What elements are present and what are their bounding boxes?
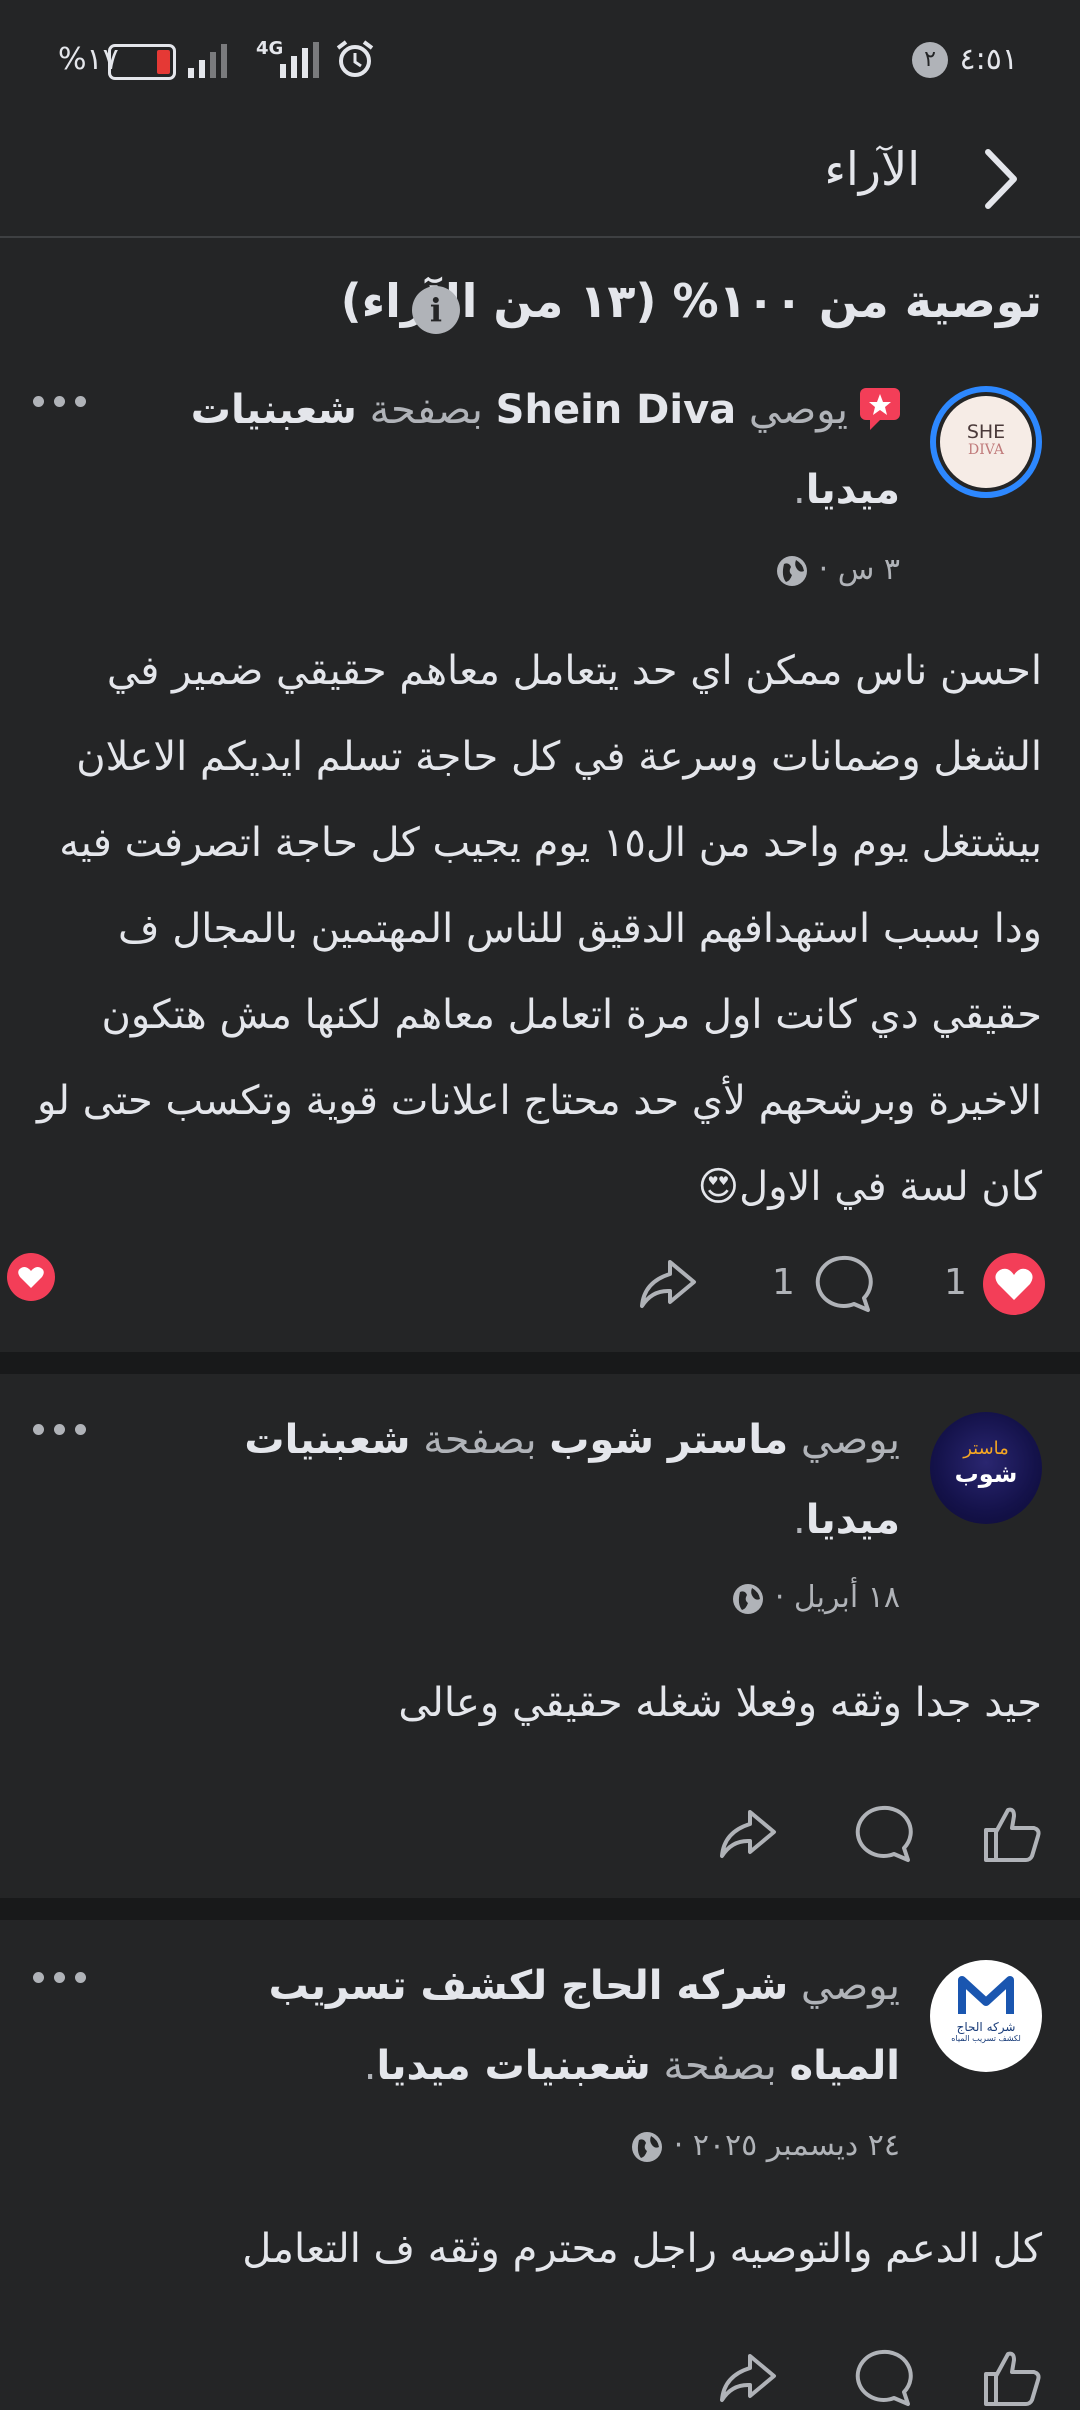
avatar[interactable]: شركه الحاج لكشف تسريب المياه [930,1960,1042,2072]
love-reaction-icon [7,1253,55,1301]
comment-icon[interactable] [850,1802,914,1866]
avatar-subtext: DIVA [967,442,1005,458]
page-title: الآراء [824,142,920,196]
avatar-text: ماستر [963,1438,1009,1459]
comment-icon[interactable] [850,2346,914,2410]
post-meta: ٢٤ ديسمبر ٢٠٢٥ · [630,2128,900,2164]
post-divider [0,1352,1080,1374]
alarm-icon [336,40,374,77]
notification-badge: ٢ [912,42,948,78]
globe-icon [777,555,808,586]
avatar[interactable]: SHE DIVA [930,386,1042,498]
post-headline: يوصي شركه الحاج لكشف تسريب المياه بصفحة … [268,1963,900,2089]
like-thumb-icon[interactable] [980,1802,1044,1866]
author-name[interactable]: ماستر شوب [549,1417,788,1463]
post-divider [0,1898,1080,1920]
avatar-text: SHE [966,421,1006,443]
heart-icon[interactable] [982,1252,1046,1316]
signal-4g-icon [280,42,319,78]
post-time: ١٨ أبريل · [774,1580,900,1615]
post-headline: يوصي Shein Diva بصفحة شعبنيات ميديا. [190,387,900,513]
back-arrow-icon[interactable] [970,144,1030,214]
post-time: ٣ س · [818,552,900,587]
like-count: 1 [944,1262,967,1303]
app-header: الآراء [0,120,1080,238]
status-bar: ٤:٥١ ٢ %١٧ 4G [0,0,1080,120]
avatar-subtext: شوب [954,1460,1018,1488]
signal-icon [188,44,227,78]
share-icon[interactable] [716,1802,780,1866]
post-text: كل الدعم والتوصيه راجل محترم وثقه ف التع… [242,2226,1042,2272]
post-text: جيد جدا وثقه وفعلا شغله حقيقي وعالى [398,1680,1042,1726]
globe-icon [733,1583,764,1614]
info-icon[interactable]: i [412,286,460,334]
post-meta: ١٨ أبريل · [731,1580,900,1616]
globe-icon [632,2131,663,2162]
avatar-text: شركه الحاج [956,2020,1016,2034]
battery-icon [108,44,176,80]
avatar-subtext: لكشف تسريب المياه [951,2034,1021,2043]
more-options-icon[interactable] [28,1968,98,1998]
comment-count: 1 [772,1262,795,1303]
more-options-icon[interactable] [28,392,98,422]
clock: ٤:٥١ [959,42,1018,77]
author-name[interactable]: Shein Diva [496,387,737,433]
post-meta: ٣ س · [775,552,900,588]
share-icon[interactable] [716,2346,780,2410]
avatar[interactable]: ماستر شوب [930,1412,1042,1524]
comment-icon[interactable] [810,1252,874,1316]
company-logo-icon [958,1976,1014,2014]
more-options-icon[interactable] [28,1420,98,1450]
post-headline: يوصي ماستر شوب بصفحة شعبنيات ميديا. [244,1417,900,1543]
page-name[interactable]: شعبنيات ميديا [376,2043,650,2089]
like-thumb-icon[interactable] [980,2346,1044,2410]
share-icon[interactable] [636,1252,700,1316]
post-text: احسن ناس ممكن اي حد يتعامل معاهم حقيقي ض… [37,648,1042,1210]
post-time: ٢٤ ديسمبر ٢٠٢٥ · [673,2128,900,2163]
